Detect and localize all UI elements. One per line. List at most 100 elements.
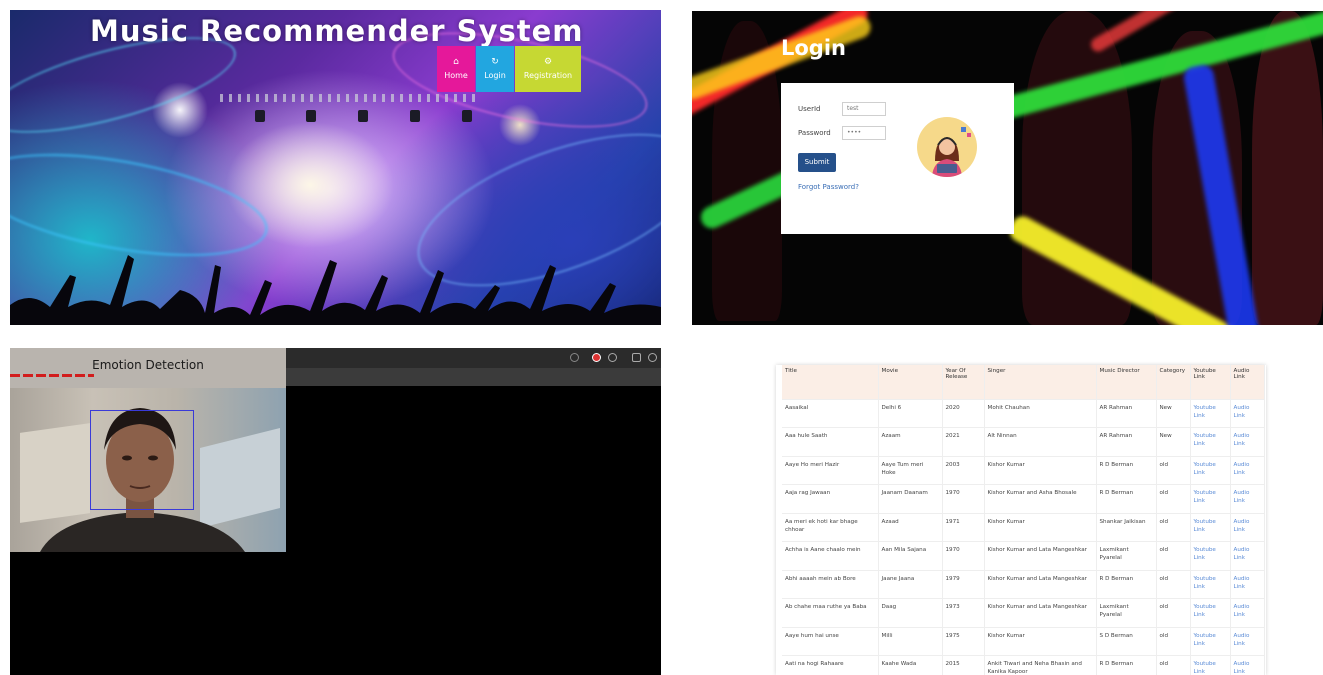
browser-icon[interactable] (570, 353, 579, 362)
table-cell: R D Berman (1096, 484, 1157, 513)
table-row: Aaye Ho meri Hazir Aaye Tum meri Hoke 2003… (782, 455, 1265, 485)
table-cell: Shankar Jaikisan (1096, 512, 1157, 542)
youtube-link[interactable]: Youtube Link (1190, 626, 1231, 656)
stage-light (462, 110, 472, 122)
table-cell: Kishor Kumar and Lata Mangeshkar (984, 569, 1097, 599)
stage-light (410, 110, 420, 122)
table-cell: 1970 (942, 484, 985, 513)
settings-icon[interactable] (608, 353, 617, 362)
table-cell: Laxmikant Pyarelal (1096, 598, 1157, 627)
password-input[interactable]: •••• (842, 126, 886, 140)
table-header: Title Movie Year Of Release Singer Music Dir… (782, 365, 1265, 399)
youtube-link[interactable]: Youtube Link (1190, 455, 1231, 485)
crowd-silhouette (10, 255, 661, 325)
audio-link[interactable]: Audio Link (1230, 626, 1265, 656)
audio-link[interactable]: Audio Link (1230, 655, 1265, 675)
nav-registration-label: Registration (523, 71, 573, 80)
audio-link[interactable]: Audio Link (1230, 512, 1265, 542)
submit-button[interactable]: Submit (798, 153, 836, 172)
table-cell: AR Rahman (1096, 427, 1157, 456)
table-cell: Aaja rag Jawaan (782, 484, 879, 513)
nav-home-button[interactable]: ⌂ Home (437, 46, 475, 92)
column-header: Singer (984, 365, 1097, 399)
webcam-window: Emotion Detection (10, 348, 286, 552)
table-row: Aaja rag Jawaan Jaanam Daanam 1970 Kishor K… (782, 484, 1265, 513)
nav-login-button[interactable]: ↻ Login (476, 46, 514, 92)
column-header: Title (782, 365, 879, 399)
audio-link[interactable]: Audio Link (1230, 569, 1265, 599)
nav-home-label: Home (444, 71, 468, 80)
table-cell: R D Berman (1096, 569, 1157, 599)
table-cell: 1975 (942, 626, 985, 656)
table-cell: 1971 (942, 512, 985, 542)
audio-link[interactable]: Audio Link (1230, 484, 1265, 513)
column-header: Category (1156, 365, 1191, 399)
table-cell: New (1156, 427, 1191, 456)
table-cell: 2003 (942, 455, 985, 485)
table-cell: Alt Ninnan (984, 427, 1097, 456)
table-cell: Jaanam Daanam (878, 484, 943, 513)
audio-link[interactable]: Audio Link (1230, 398, 1265, 428)
user-avatar-illustration (917, 117, 977, 177)
table-cell: Ab chahe maa ruthe ya Baba (782, 598, 879, 627)
table-cell: old (1156, 626, 1191, 656)
audio-link[interactable]: Audio Link (1230, 598, 1265, 627)
table-row: Aaye hum hai unse Milli 1975 Kishor Kumar S … (782, 626, 1265, 656)
table-cell: Mohit Chauhan (984, 398, 1097, 428)
column-header: Music Director (1096, 365, 1157, 399)
table-cell: Aan Mila Sajana (878, 541, 943, 570)
nav-registration-button[interactable]: ⚙ Registration (515, 46, 581, 92)
audio-link[interactable]: Audio Link (1230, 427, 1265, 456)
table-cell: S D Berman (1096, 626, 1157, 656)
table-cell: Aaye hum hai unse (782, 626, 879, 656)
table-cell: R D Berman (1096, 655, 1157, 675)
table-cell: old (1156, 541, 1191, 570)
youtube-link[interactable]: Youtube Link (1190, 427, 1231, 456)
table-cell: AR Rahman (1096, 398, 1157, 428)
youtube-link[interactable]: Youtube Link (1190, 655, 1231, 675)
table-cell: Jaane Jaana (878, 569, 943, 599)
table-cell: Kishor Kumar and Asha Bhosale (984, 484, 1097, 513)
table-cell: Delhi 6 (878, 398, 943, 428)
table-cell: 1979 (942, 569, 985, 599)
dancer-silhouette (1252, 11, 1323, 325)
table-cell: old (1156, 655, 1191, 675)
window-icon[interactable] (632, 353, 641, 362)
login-page-screenshot: Login UserId test Password •••• Submit F… (692, 11, 1323, 325)
table-cell: Daag (878, 598, 943, 627)
house-icon: ⌂ (453, 57, 459, 67)
stage-light (306, 110, 316, 122)
youtube-link[interactable]: Youtube Link (1190, 512, 1231, 542)
youtube-link[interactable]: Youtube Link (1190, 541, 1231, 570)
profile-icon[interactable] (648, 353, 657, 362)
table-cell: Laxmikant Pyarelal (1096, 541, 1157, 570)
youtube-link[interactable]: Youtube Link (1190, 598, 1231, 627)
table-cell: Kishor Kumar and Lata Mangeshkar (984, 598, 1097, 627)
stage-light (358, 110, 368, 122)
nav-login-label: Login (484, 71, 506, 80)
table-cell: New (1156, 398, 1191, 428)
table-cell: old (1156, 484, 1191, 513)
record-icon[interactable] (592, 353, 601, 362)
forgot-password-link[interactable]: Forgot Password? (798, 183, 859, 191)
table-cell: Azaad (878, 512, 943, 542)
audio-link[interactable]: Audio Link (1230, 541, 1265, 570)
table-cell: Ankit Tiwari and Neha Bhasin and Kanika … (984, 655, 1097, 675)
table-cell: old (1156, 455, 1191, 485)
column-header: Youtube Link (1190, 365, 1231, 399)
table-row: Aasaikal Delhi 6 2020 Mohit Chauhan AR Rahma… (782, 398, 1265, 428)
youtube-link[interactable]: Youtube Link (1190, 484, 1231, 513)
audio-link[interactable]: Audio Link (1230, 455, 1265, 485)
table-cell: 1973 (942, 598, 985, 627)
youtube-link[interactable]: Youtube Link (1190, 398, 1231, 428)
youtube-link[interactable]: Youtube Link (1190, 569, 1231, 599)
table-row: Aati na hogi Rahaare Kaahe Wada 2015 Ankit … (782, 655, 1265, 675)
userid-input[interactable]: test (842, 102, 886, 116)
song-table: Title Movie Year Of Release Singer Music Dir… (782, 365, 1265, 675)
table-cell: R D Berman (1096, 455, 1157, 485)
login-form: UserId test Password •••• Submit Forgot … (781, 83, 1014, 234)
home-page-screenshot: Music Recommender System ⌂ Home ↻ Login … (10, 10, 661, 325)
face-detection-box (90, 410, 194, 510)
table-row: Abhi aaaah mein ab Bore Jaane Jaana 1979 Ki… (782, 569, 1265, 599)
table-cell: Kaahe Wada (878, 655, 943, 675)
